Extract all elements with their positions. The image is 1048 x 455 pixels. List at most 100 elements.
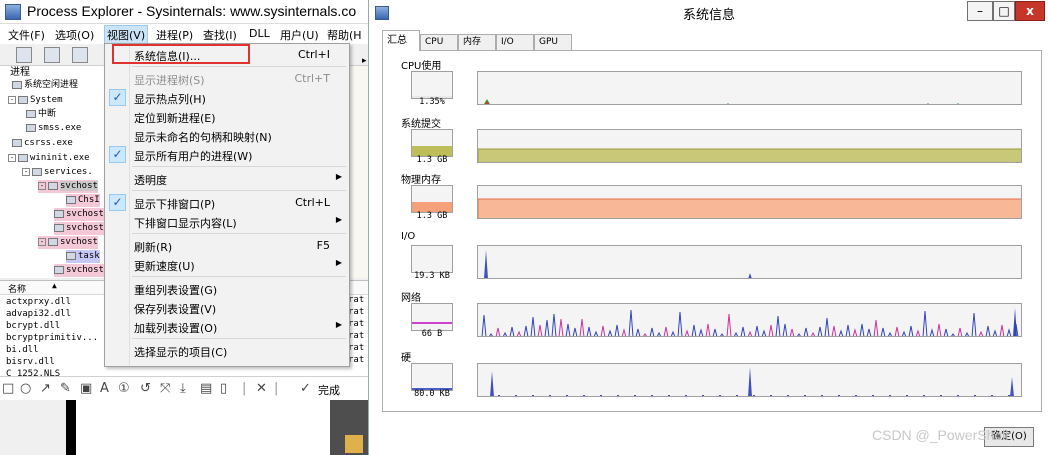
- undo-icon[interactable]: ↺: [140, 381, 151, 396]
- menu-find[interactable]: 查找(I): [203, 27, 237, 43]
- save-icon[interactable]: ▤: [200, 381, 212, 396]
- tree-row[interactable]: - wininit.exe: [8, 152, 90, 165]
- view-menu-item[interactable]: ✓ 显示下排窗口(P) Ctrl+L: [106, 193, 348, 212]
- column-fragment: rat: [348, 307, 365, 317]
- view-menu-item[interactable]: ✓ 显示所有用户的进程(W): [106, 145, 348, 164]
- check-icon[interactable]: ✓: [300, 381, 311, 396]
- tree-row[interactable]: 系统空闲进程: [12, 79, 78, 92]
- process-icon: [48, 181, 58, 190]
- view-menu-item: 显示进程树(S) Ctrl+T: [106, 69, 348, 88]
- tree-row[interactable]: 中断: [26, 108, 56, 121]
- text-icon[interactable]: A: [100, 381, 109, 396]
- tree-row[interactable]: - svchost: [38, 180, 98, 193]
- collapse-icon[interactable]: -: [8, 153, 16, 162]
- list-item[interactable]: bi.dll: [6, 345, 39, 355]
- menu-item-label: 重组列表设置(G): [134, 284, 218, 297]
- pin-icon[interactable]: ▯: [220, 381, 227, 396]
- view-menu-item[interactable]: 显示未命名的句柄和映射(N): [106, 126, 348, 145]
- tree-row[interactable]: smss.exe: [26, 122, 81, 135]
- process-icon: [48, 237, 58, 246]
- process-icon: [32, 167, 42, 176]
- pen-icon[interactable]: ✎: [60, 381, 71, 396]
- maximize-button[interactable]: □: [993, 1, 1015, 21]
- tree-row[interactable]: task: [66, 250, 100, 263]
- menu-separator: [132, 338, 346, 339]
- close-icon[interactable]: ✕: [256, 381, 267, 396]
- view-menu-item[interactable]: 加载列表设置(O) ▶: [106, 317, 348, 336]
- process-icon: [54, 223, 64, 232]
- watermark: CSDN @_PowerShell: [872, 427, 1009, 443]
- tab-memory[interactable]: 内存: [458, 34, 496, 50]
- view-menu-item[interactable]: ✓ 显示热点列(H): [106, 88, 348, 107]
- tab-summary[interactable]: 汇总: [382, 30, 420, 51]
- save-icon[interactable]: [16, 47, 32, 63]
- menu-item-label: 显示下排窗口(P): [134, 198, 216, 211]
- minimize-button[interactable]: –: [967, 1, 993, 21]
- arrow-icon[interactable]: ↗: [40, 381, 51, 396]
- list-item[interactable]: bcrypt.dll: [6, 321, 60, 331]
- view-menu-item[interactable]: 刷新(R) F5: [106, 236, 348, 255]
- menu-file[interactable]: 文件(F): [8, 27, 45, 43]
- list-item[interactable]: bcryptprimitiv...: [6, 333, 98, 343]
- view-menu-item[interactable]: 下排窗口显示内容(L) ▶: [106, 212, 348, 231]
- menu-separator: [132, 166, 346, 167]
- process-icon: [66, 251, 76, 260]
- menu-users[interactable]: 用户(U): [280, 27, 319, 43]
- download-icon[interactable]: ⤓: [180, 381, 186, 396]
- view-menu-item[interactable]: 选择显示的项目(C): [106, 341, 348, 360]
- summary-panel: CPU使用 1.35% 系统提交 1.3 GB 物理内存 1.3 GB I/O …: [382, 50, 1042, 412]
- menu-item-label: 加载列表设置(O): [134, 322, 218, 335]
- process-icon: [54, 265, 64, 274]
- tab-gpu[interactable]: GPU: [534, 34, 572, 50]
- menu-help[interactable]: 帮助(H: [327, 27, 362, 43]
- tree-row[interactable]: svchost: [54, 208, 104, 221]
- column-name[interactable]: 名称: [8, 282, 26, 295]
- checkmark-icon: ✓: [109, 194, 126, 211]
- menu-view[interactable]: 视图(V): [104, 25, 149, 45]
- tab-cpu[interactable]: CPU: [420, 34, 458, 50]
- view-menu-item[interactable]: 更新速度(U) ▶: [106, 255, 348, 274]
- column-fragment: rat: [348, 295, 365, 305]
- view-menu-item[interactable]: 透明度 ▶: [106, 169, 348, 188]
- menu-dll[interactable]: DLL: [249, 27, 270, 40]
- tree-row[interactable]: - svchost: [38, 236, 98, 249]
- view-menu-item[interactable]: 定位到新进程(E): [106, 107, 348, 126]
- collapse-icon[interactable]: -: [8, 95, 16, 104]
- tree-row[interactable]: svchost: [54, 264, 104, 277]
- physmem-mini-gauge: [411, 185, 453, 213]
- tree-row[interactable]: svchost: [54, 222, 104, 235]
- rectangle-icon[interactable]: □: [2, 381, 14, 396]
- view-menu-item[interactable]: 重组列表设置(G): [106, 279, 348, 298]
- menu-options[interactable]: 选项(O): [55, 27, 94, 43]
- collapse-icon[interactable]: -: [38, 181, 46, 190]
- section-title: I/O: [401, 231, 416, 242]
- tree-row[interactable]: - services.: [22, 166, 93, 179]
- menu-process[interactable]: 进程(P): [156, 27, 193, 43]
- tree-row[interactable]: ChsI: [66, 194, 100, 207]
- tab-io[interactable]: I/O: [496, 34, 534, 50]
- process-explorer-window: Process Explorer - Sysinternals: www.sys…: [0, 0, 368, 455]
- menu-shortcut: Ctrl+T: [294, 72, 330, 85]
- refresh-icon[interactable]: [44, 47, 60, 63]
- tree-row[interactable]: csrss.exe: [12, 137, 73, 150]
- mosaic-icon[interactable]: ▣: [80, 381, 92, 396]
- menu-shortcut: Ctrl+I: [297, 48, 330, 61]
- view-menu-item[interactable]: 保存列表设置(V): [106, 298, 348, 317]
- list-item[interactable]: advapi32.dll: [6, 309, 71, 319]
- number-icon[interactable]: ①: [118, 381, 130, 396]
- process-icon: [12, 138, 22, 147]
- collapse-icon[interactable]: -: [38, 237, 46, 246]
- pe-title-bar: Process Explorer - Sysinternals: www.sys…: [0, 0, 368, 24]
- tree-header[interactable]: 进程: [10, 66, 30, 79]
- list-item[interactable]: actxprxy.dll: [6, 297, 71, 307]
- snipping-toolbar: □ ○ ↗ ✎ ▣ A ① ↺ ⤧ ⤓ ▤ ▯ | ✕ | ✓ 完成: [0, 376, 368, 400]
- close-button[interactable]: x: [1015, 1, 1045, 21]
- done-button[interactable]: 完成: [318, 382, 340, 398]
- ellipse-icon[interactable]: ○: [20, 381, 31, 396]
- crop-icon[interactable]: ⤧: [160, 381, 170, 396]
- collapse-icon[interactable]: -: [22, 167, 30, 176]
- list-item[interactable]: bisrv.dll: [6, 357, 55, 367]
- menu-item-label: 显示热点列(H): [134, 93, 206, 106]
- tree-row[interactable]: - System: [8, 94, 63, 107]
- system-info-icon[interactable]: [72, 47, 88, 63]
